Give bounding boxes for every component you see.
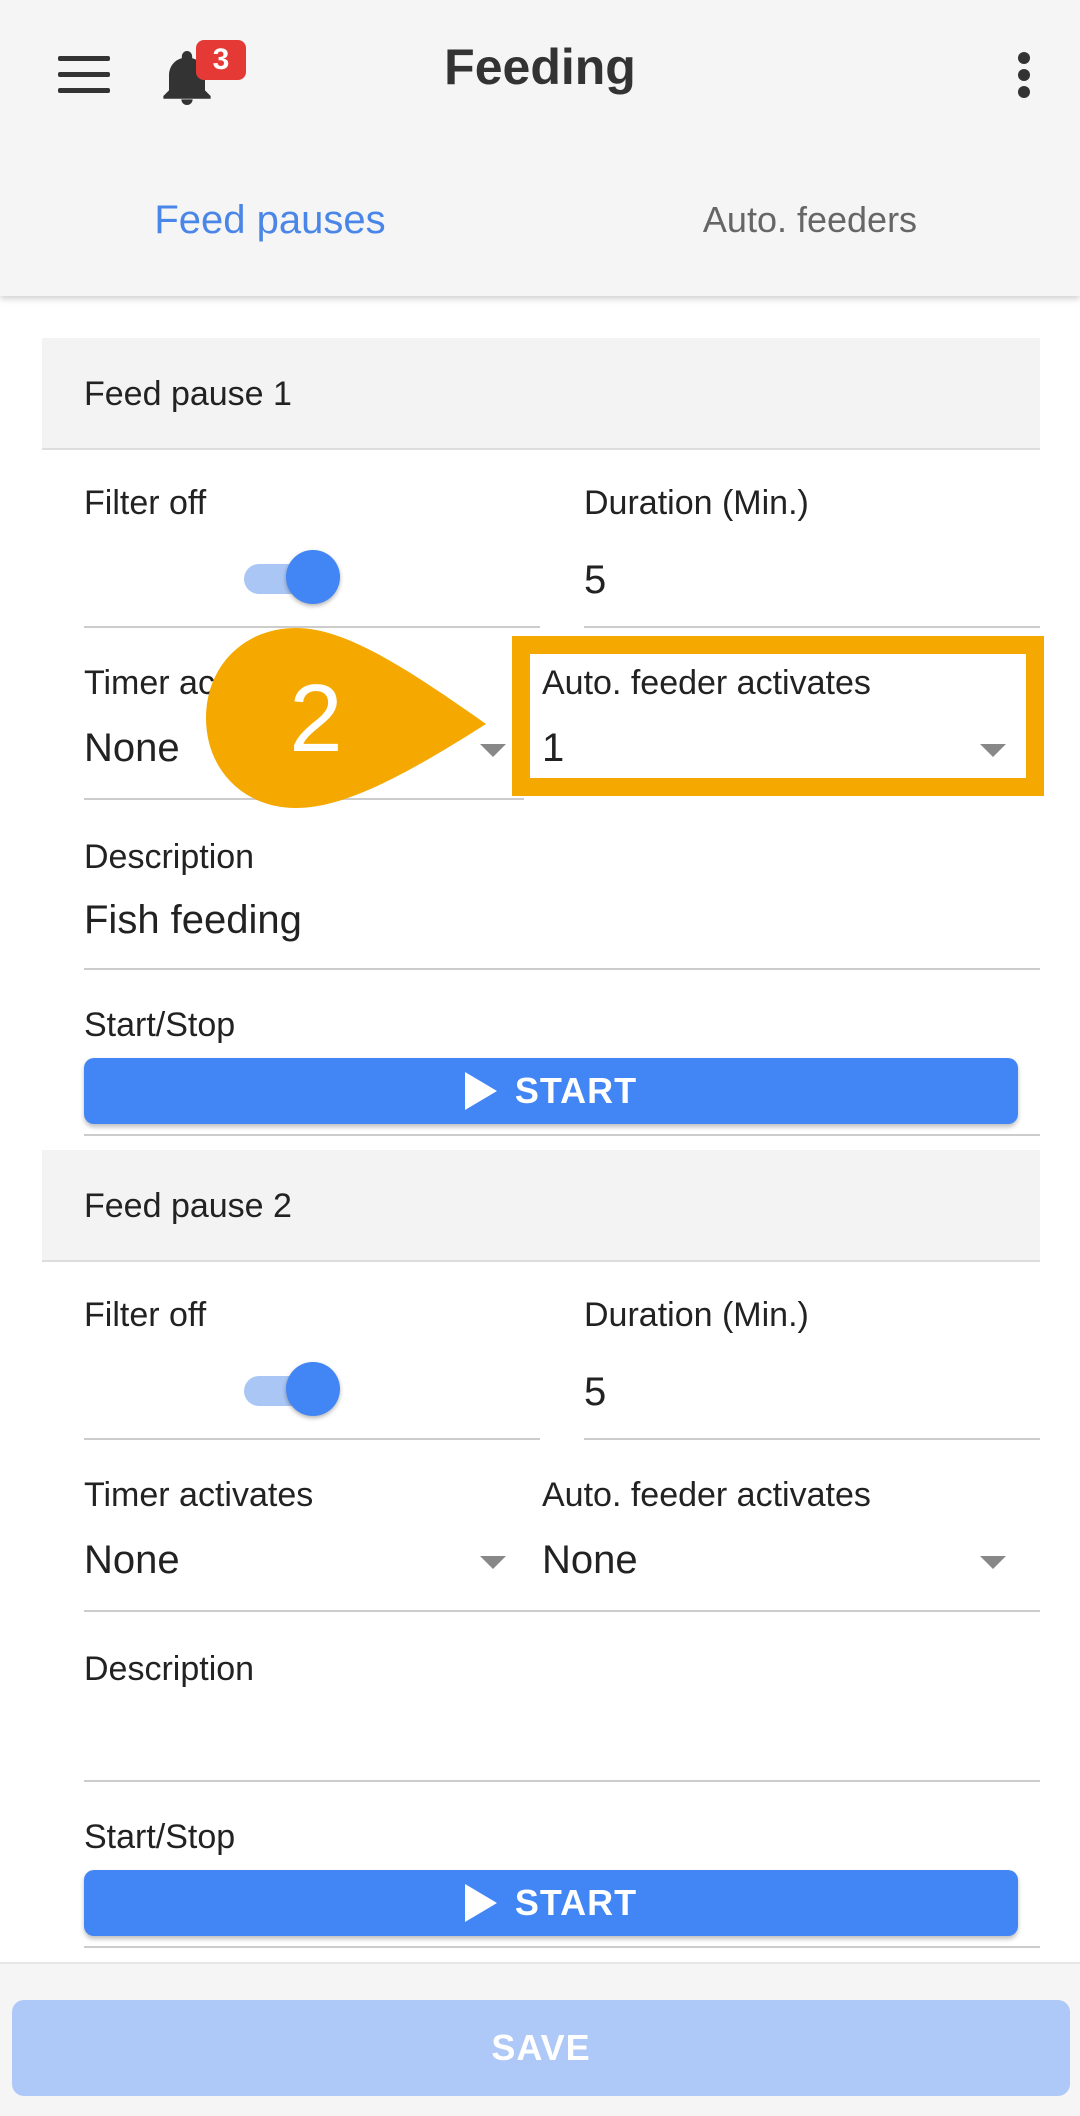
play-icon [464, 1072, 497, 1110]
save-button[interactable]: SAVE [12, 2000, 1070, 2096]
description-label: Description [84, 838, 255, 876]
app-bar: 3 Feeding Feed pauses Auto. feeders [0, 0, 1080, 296]
play-icon [464, 1884, 497, 1922]
feed-pause-2-title: Feed pause 2 [84, 1187, 292, 1225]
duration-label: Duration (Min.) [584, 1296, 809, 1334]
page-title: Feeding [444, 39, 636, 95]
timer-activates-label: Timer ac [84, 664, 215, 702]
chevron-down-icon[interactable] [480, 1556, 506, 1569]
divider [84, 1610, 1040, 1612]
auto-feeder-activates-select[interactable]: None [542, 1538, 638, 1583]
feed-pause-2-header: Feed pause 2 [42, 1150, 1040, 1262]
feed-pause-1-header: Feed pause 1 [42, 338, 1040, 450]
description-input[interactable]: Fish feeding [84, 898, 302, 943]
bottom-bar: SAVE [0, 1962, 1080, 2116]
filter-off-toggle[interactable] [244, 548, 340, 608]
start-stop-label: Start/Stop [84, 1818, 236, 1856]
more-options-icon[interactable] [1016, 52, 1032, 98]
duration-input[interactable]: 5 [584, 558, 606, 603]
tab-auto-feeders[interactable]: Auto. feeders [620, 190, 1000, 250]
divider [84, 1780, 1040, 1782]
chevron-down-icon[interactable] [980, 1556, 1006, 1569]
start-button[interactable]: START [84, 1058, 1018, 1124]
highlight-frame [512, 636, 1044, 796]
start-button-label: START [514, 1070, 638, 1111]
feed-pause-1-title: Feed pause 1 [84, 375, 292, 413]
step-callout-marker: 2 [206, 628, 486, 808]
filter-off-toggle[interactable] [244, 1360, 340, 1420]
divider [84, 968, 1040, 970]
step-number: 2 [289, 665, 342, 772]
timer-activates-label: Timer activates [84, 1476, 314, 1514]
timer-activates-select[interactable]: None [84, 726, 180, 771]
divider [584, 626, 1040, 628]
duration-label: Duration (Min.) [584, 484, 809, 522]
duration-input[interactable]: 5 [584, 1370, 606, 1415]
divider [84, 1438, 540, 1440]
tab-feed-pauses[interactable]: Feed pauses [80, 190, 460, 250]
start-stop-label: Start/Stop [84, 1006, 236, 1044]
divider [84, 1134, 1040, 1136]
description-label: Description [84, 1650, 255, 1688]
start-button-label: START [514, 1882, 638, 1923]
divider [84, 1946, 1040, 1948]
filter-off-label: Filter off [84, 1296, 207, 1334]
start-button[interactable]: START [84, 1870, 1018, 1936]
filter-off-label: Filter off [84, 484, 207, 522]
divider [584, 1438, 1040, 1440]
timer-activates-select[interactable]: None [84, 1538, 180, 1583]
auto-feeder-activates-label: Auto. feeder activates [542, 1476, 871, 1514]
